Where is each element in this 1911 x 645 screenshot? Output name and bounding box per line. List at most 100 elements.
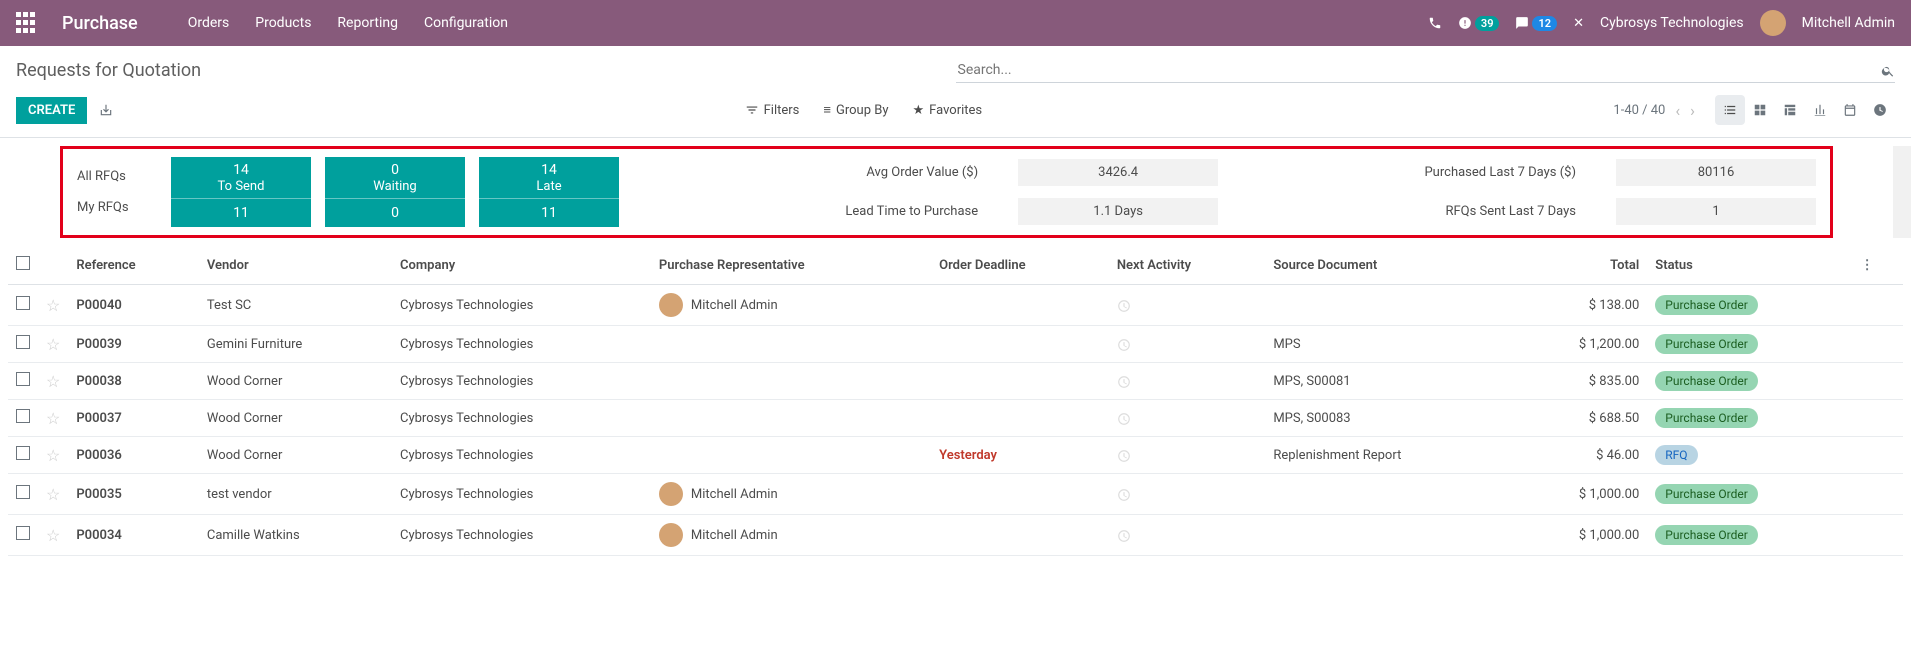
cell-status: Purchase Order (1647, 400, 1852, 437)
pager-text: 1-40 / 40 (1613, 103, 1665, 118)
row-checkbox[interactable] (16, 372, 30, 386)
cell-source (1265, 515, 1515, 556)
clock-icon[interactable] (1117, 446, 1131, 464)
clock-icon[interactable] (1117, 485, 1131, 503)
stat-pill-late[interactable]: 14 Late 11 (479, 157, 619, 227)
star-icon[interactable]: ☆ (46, 526, 60, 545)
cell-total: $ 138.00 (1515, 285, 1647, 326)
star-icon[interactable]: ☆ (46, 372, 60, 391)
filters-button[interactable]: Filters (745, 103, 800, 118)
row-checkbox[interactable] (16, 335, 30, 349)
star-icon[interactable]: ☆ (46, 296, 60, 315)
nav-orders[interactable]: Orders (188, 15, 230, 31)
groupby-button[interactable]: ≡ Group By (823, 102, 888, 118)
activities-button[interactable]: 39 (1458, 16, 1500, 31)
user-avatar[interactable] (1760, 10, 1786, 36)
cell-rep (651, 326, 931, 363)
stat-tosend-all: 14 (171, 163, 311, 177)
cell-source: Replenishment Report (1265, 437, 1515, 474)
metric-sent-label: RFQs Sent Last 7 Days (1258, 204, 1576, 219)
deadline-text: Yesterday (939, 448, 997, 463)
user-name[interactable]: Mitchell Admin (1802, 15, 1895, 31)
label-my-rfqs: My RFQs (77, 200, 157, 215)
control-row: CREATE Filters ≡ Group By ★ Favorites 1-… (0, 91, 1911, 138)
table-row[interactable]: ☆P00037Wood CornerCybrosys TechnologiesM… (8, 400, 1903, 437)
clock-icon[interactable] (1117, 526, 1131, 544)
nav-menu: Orders Products Reporting Configuration (188, 15, 508, 31)
cell-activity (1109, 363, 1265, 400)
messages-button[interactable]: 12 (1515, 16, 1557, 31)
star-icon[interactable]: ☆ (46, 485, 60, 504)
rep-avatar (659, 482, 683, 506)
col-activity[interactable]: Next Activity (1109, 246, 1265, 285)
col-rep[interactable]: Purchase Representative (651, 246, 931, 285)
col-company[interactable]: Company (392, 246, 651, 285)
star-icon[interactable]: ☆ (46, 446, 60, 465)
cell-reference: P00036 (68, 437, 199, 474)
clock-icon[interactable] (1117, 296, 1131, 314)
search-icon[interactable] (1881, 61, 1895, 80)
cell-reference: P00035 (68, 474, 199, 515)
search-input[interactable] (956, 58, 1882, 82)
phone-icon[interactable] (1428, 16, 1442, 31)
clock-icon[interactable] (1117, 335, 1131, 353)
view-activity-icon[interactable] (1865, 95, 1895, 125)
metric-purchased-label: Purchased Last 7 Days ($) (1258, 165, 1576, 180)
col-vendor[interactable]: Vendor (199, 246, 392, 285)
apps-icon[interactable] (16, 12, 38, 34)
table-row[interactable]: ☆P00040Test SCCybrosys TechnologiesMitch… (8, 285, 1903, 326)
stat-pill-waiting[interactable]: 0 Waiting 0 (325, 157, 465, 227)
table-row[interactable]: ☆P00034Camille WatkinsCybrosys Technolog… (8, 515, 1903, 556)
topbar: Purchase Orders Products Reporting Confi… (0, 0, 1911, 46)
clock-icon[interactable] (1117, 372, 1131, 390)
company-name[interactable]: Cybrosys Technologies (1600, 15, 1744, 31)
col-more-icon[interactable]: ⋮ (1853, 246, 1903, 285)
download-icon[interactable] (99, 102, 113, 118)
view-list-icon[interactable] (1715, 95, 1745, 125)
col-total[interactable]: Total (1515, 246, 1647, 285)
col-deadline[interactable]: Order Deadline (931, 246, 1109, 285)
row-checkbox[interactable] (16, 409, 30, 423)
view-kanban-icon[interactable] (1745, 95, 1775, 125)
select-all-checkbox[interactable] (16, 256, 30, 270)
settings-icon[interactable]: ✕ (1573, 16, 1584, 31)
filters-label: Filters (764, 103, 800, 118)
scrollbar-track[interactable] (1893, 146, 1911, 238)
cell-status: Purchase Order (1647, 326, 1852, 363)
stat-pill-tosend[interactable]: 14 To Send 11 (171, 157, 311, 227)
nav-products[interactable]: Products (255, 15, 311, 31)
star-icon[interactable]: ☆ (46, 409, 60, 428)
stats-left: All RFQs My RFQs 14 To Send 11 0 Waiting… (77, 157, 619, 227)
cell-source: MPS, S00081 (1265, 363, 1515, 400)
table-row[interactable]: ☆P00038Wood CornerCybrosys TechnologiesM… (8, 363, 1903, 400)
view-toggles (1715, 95, 1895, 125)
col-source[interactable]: Source Document (1265, 246, 1515, 285)
stat-waiting-my: 0 (325, 199, 465, 227)
rep-avatar (659, 293, 683, 317)
pager-next[interactable]: › (1690, 101, 1695, 120)
cell-company: Cybrosys Technologies (392, 515, 651, 556)
row-checkbox[interactable] (16, 526, 30, 540)
create-button[interactable]: CREATE (16, 97, 87, 124)
view-calendar-icon[interactable] (1835, 95, 1865, 125)
groupby-label: Group By (836, 103, 889, 118)
favorites-button[interactable]: ★ Favorites (912, 103, 982, 118)
clock-icon[interactable] (1117, 409, 1131, 427)
row-checkbox[interactable] (16, 485, 30, 499)
cell-vendor: Wood Corner (199, 363, 392, 400)
col-status[interactable]: Status (1647, 246, 1852, 285)
table-row[interactable]: ☆P00039Gemini FurnitureCybrosys Technolo… (8, 326, 1903, 363)
table-row[interactable]: ☆P00035test vendorCybrosys TechnologiesM… (8, 474, 1903, 515)
table-row[interactable]: ☆P00036Wood CornerCybrosys TechnologiesY… (8, 437, 1903, 474)
search-wrap (956, 58, 1896, 83)
view-graph-icon[interactable] (1805, 95, 1835, 125)
view-pivot-icon[interactable] (1775, 95, 1805, 125)
row-checkbox[interactable] (16, 296, 30, 310)
cell-activity (1109, 285, 1265, 326)
star-icon[interactable]: ☆ (46, 335, 60, 354)
nav-configuration[interactable]: Configuration (424, 15, 508, 31)
col-reference[interactable]: Reference (68, 246, 199, 285)
nav-reporting[interactable]: Reporting (337, 15, 398, 31)
row-checkbox[interactable] (16, 446, 30, 460)
pager-prev[interactable]: ‹ (1675, 101, 1680, 120)
